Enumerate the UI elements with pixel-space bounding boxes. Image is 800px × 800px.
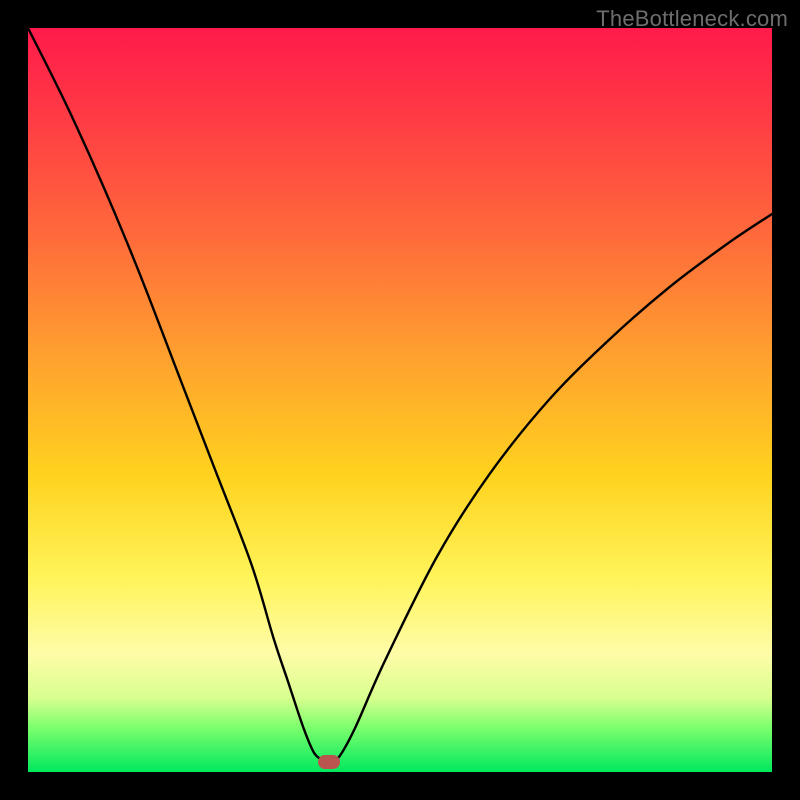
watermark-text: TheBottleneck.com [596, 6, 788, 32]
plot-area [28, 28, 772, 772]
chart-frame: TheBottleneck.com [0, 0, 800, 800]
optimum-marker [318, 755, 340, 769]
bottleneck-curve [28, 28, 772, 772]
